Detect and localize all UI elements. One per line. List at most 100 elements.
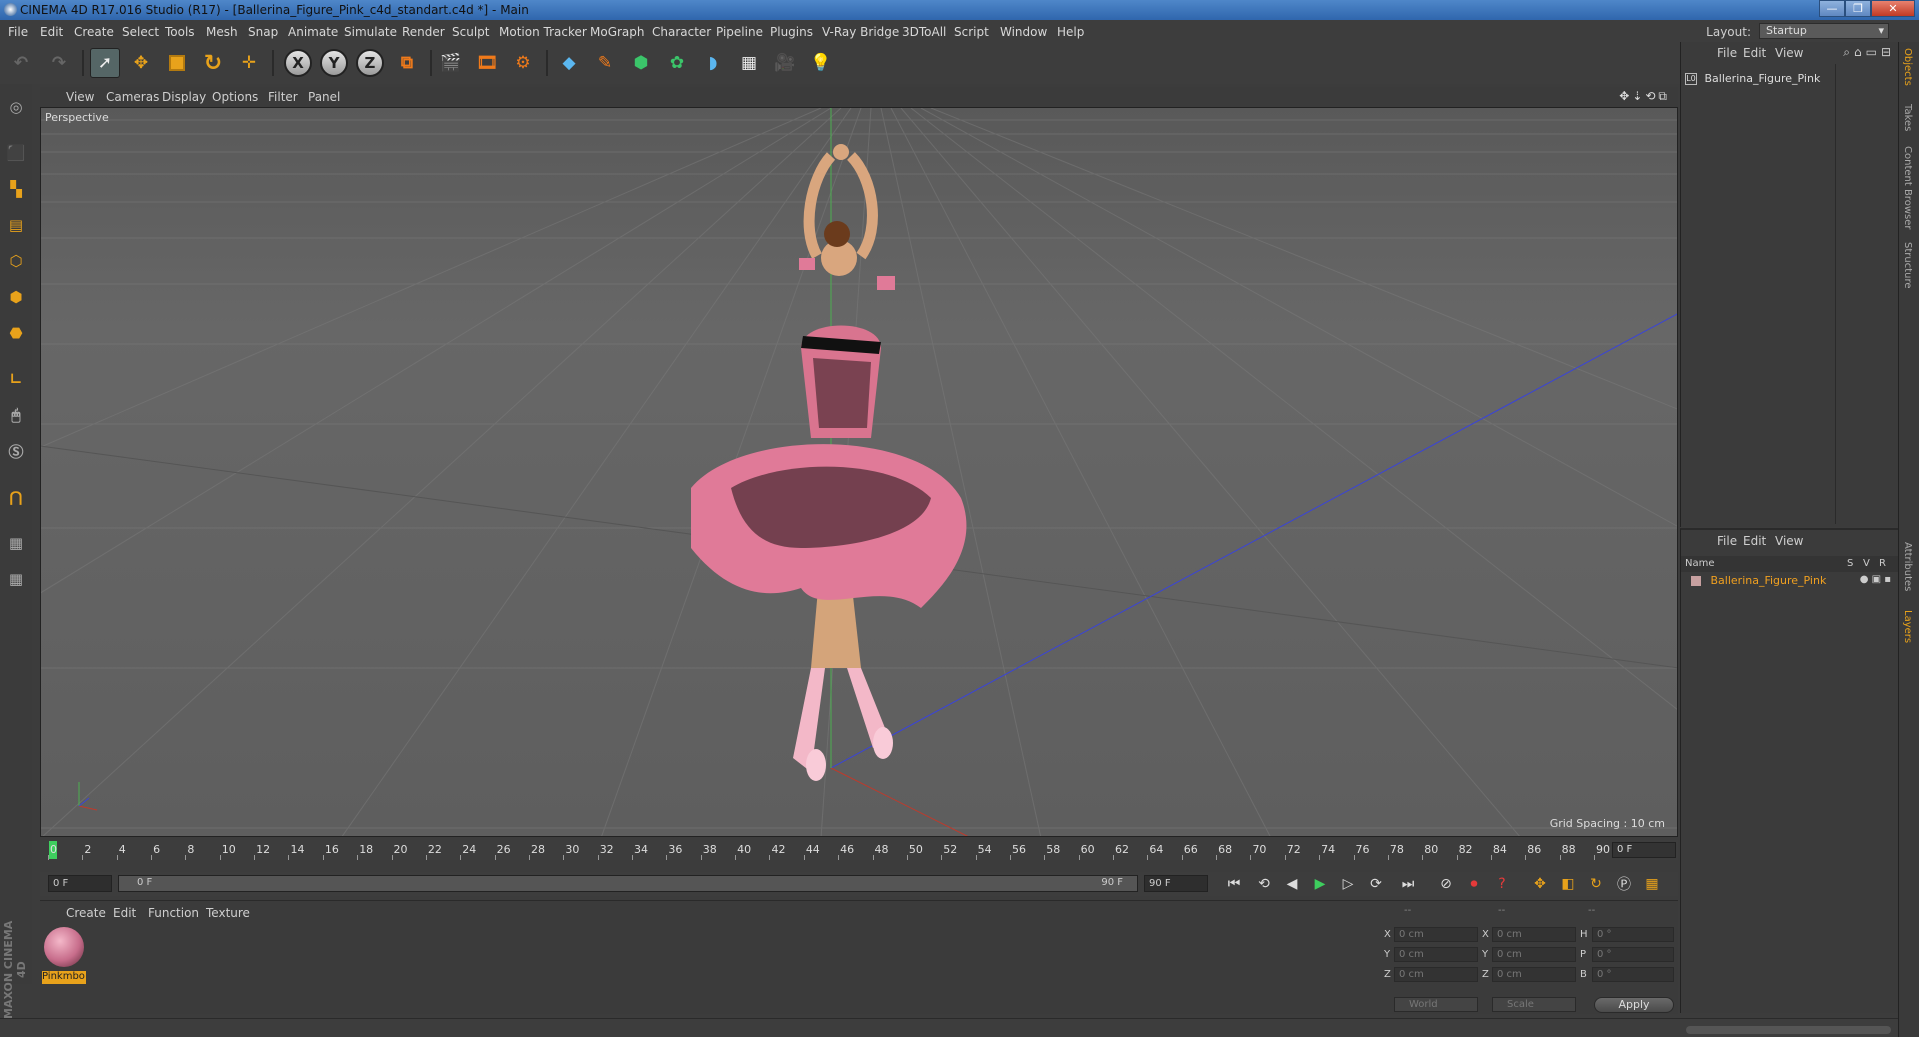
go-to-start-icon[interactable]: ⏮ [1222, 873, 1246, 895]
viewport-menu-cameras[interactable]: Cameras [106, 90, 159, 104]
minimize-button[interactable]: — [1819, 0, 1845, 17]
make-editable-icon[interactable]: ◎ [3, 94, 29, 120]
layout-dropdown[interactable]: Startup ▾ [1759, 23, 1889, 39]
menu-simulate[interactable]: Simulate [344, 25, 397, 39]
key-pla-icon[interactable]: ▦ [1640, 873, 1664, 895]
object-row[interactable]: L0 Ballerina_Figure_Pink [1685, 72, 1825, 88]
viewport-menu-filter[interactable]: Filter [268, 90, 298, 104]
material-menu-create[interactable]: Create [66, 906, 106, 920]
axis-mode-icon[interactable]: ∟ [3, 366, 29, 392]
objects-menu-file[interactable]: File [1717, 46, 1737, 60]
layers-menu-view[interactable]: View [1775, 534, 1803, 548]
menu-mesh[interactable]: Mesh [206, 25, 238, 39]
snap-icon[interactable]: Ⓢ [3, 438, 29, 464]
size-z-field[interactable]: 0 cm [1492, 967, 1576, 982]
spline-pen-icon[interactable]: ✎ [590, 48, 620, 78]
edges-mode-icon[interactable]: ⬢ [3, 284, 29, 310]
size-x-field[interactable]: 0 cm [1492, 927, 1576, 942]
menu-3dtoall[interactable]: 3DToAll [902, 25, 946, 39]
model-mode-icon[interactable]: ⬛ [3, 140, 29, 166]
layer-toggle-icons[interactable]: ● ▣ ▪ [1860, 574, 1891, 585]
menu-create[interactable]: Create [74, 25, 114, 39]
texture-mode-icon[interactable]: ▚ [3, 176, 29, 202]
record-keys-icon[interactable]: ⊘ [1434, 873, 1458, 895]
frame-range-slider[interactable]: 0 F 90 F [118, 875, 1138, 892]
size-y-field[interactable]: 0 cm [1492, 947, 1576, 962]
undo-icon[interactable]: ↶ [6, 48, 36, 78]
viewport-menu-options[interactable]: Options [212, 90, 258, 104]
render-picture-viewer-icon[interactable]: 🎞 [472, 48, 502, 78]
tab-layers[interactable]: Layers [1902, 610, 1913, 643]
menu-render[interactable]: Render [402, 25, 445, 39]
light-icon[interactable]: 💡 [806, 48, 836, 78]
layers-menu-edit[interactable]: Edit [1743, 534, 1766, 548]
redo-icon[interactable]: ↷ [44, 48, 74, 78]
key-scale-icon[interactable]: ◧ [1556, 873, 1580, 895]
next-key-icon[interactable]: ⟳ [1364, 873, 1388, 895]
material-swatch[interactable] [44, 927, 84, 967]
object-manager-search-icons[interactable]: ⌕⌂▭⊟ [1843, 45, 1895, 60]
menu-window[interactable]: Window [1000, 25, 1047, 39]
key-parameter-icon[interactable]: Ⓟ [1612, 873, 1636, 895]
cube-primitive-icon[interactable]: ◆ [554, 48, 584, 78]
viewport-navigation-icons[interactable]: ✥⇣⟲⧉ [1619, 89, 1670, 104]
polygons-mode-icon[interactable]: ⬣ [3, 320, 29, 346]
menu-script[interactable]: Script [954, 25, 989, 39]
menu-character[interactable]: Character [652, 25, 711, 39]
move-tool-icon[interactable]: ✥ [126, 48, 156, 78]
transform-tool-icon[interactable]: ✛ [234, 48, 264, 78]
tab-takes[interactable]: Takes [1902, 104, 1913, 131]
rot-h-field[interactable]: 0 ° [1592, 927, 1674, 942]
menu-motion-tracker[interactable]: Motion Tracker [499, 25, 587, 39]
keyframe-selection-icon[interactable]: ? [1490, 873, 1514, 895]
end-frame-field[interactable]: 90 F [1144, 875, 1208, 892]
pos-x-field[interactable]: 0 cm [1394, 927, 1478, 942]
apply-button[interactable]: Apply [1594, 997, 1674, 1013]
material-menu-edit[interactable]: Edit [113, 906, 136, 920]
cloner-icon[interactable]: ✿ [662, 48, 692, 78]
previous-key-icon[interactable]: ⟲ [1252, 873, 1276, 895]
key-position-icon[interactable]: ✥ [1528, 873, 1552, 895]
close-button[interactable]: ✕ [1871, 0, 1915, 17]
pos-y-field[interactable]: 0 cm [1394, 947, 1478, 962]
menu-help[interactable]: Help [1057, 25, 1084, 39]
tweak-mode-icon[interactable]: 🖱 [3, 402, 29, 428]
next-frame-icon[interactable]: ▷ [1336, 873, 1360, 895]
menu-pipeline[interactable]: Pipeline [716, 25, 763, 39]
objects-menu-view[interactable]: View [1775, 46, 1803, 60]
objects-menu-edit[interactable]: Edit [1743, 46, 1766, 60]
viewport-menu-view[interactable]: View [66, 90, 94, 104]
layers-menu-file[interactable]: File [1717, 534, 1737, 548]
world-dropdown[interactable]: World [1394, 997, 1478, 1012]
menu-edit[interactable]: Edit [40, 25, 63, 39]
rotate-tool-icon[interactable]: ↻ [198, 48, 228, 78]
camera-icon[interactable]: 🎥 [770, 48, 800, 78]
menu-select[interactable]: Select [122, 25, 159, 39]
viewport-menu-panel[interactable]: Panel [308, 90, 340, 104]
planar-workplane-icon[interactable]: ▦ [3, 566, 29, 592]
tab-content-browser[interactable]: Content Browser [1902, 146, 1913, 229]
tab-structure[interactable]: Structure [1902, 242, 1913, 289]
points-mode-icon[interactable]: ⬡ [3, 248, 29, 274]
material-name-label[interactable]: Pinkmbo [42, 971, 86, 984]
menu-plugins[interactable]: Plugins [770, 25, 813, 39]
horizontal-scrollbar[interactable] [1686, 1026, 1891, 1034]
maximize-button[interactable]: ❐ [1845, 0, 1871, 17]
floor-scene-icon[interactable]: ▦ [734, 48, 764, 78]
select-pointer-icon[interactable]: ➚ [90, 48, 120, 78]
start-frame-field[interactable]: 0 F [48, 875, 112, 892]
scale-tool-icon[interactable] [162, 48, 192, 78]
current-frame-field[interactable]: 0 F [1612, 842, 1676, 858]
timeline-ruler[interactable]: 0 2 4 6 8 10 12 14 16 18 20 22 24 26 28 30 32 34 36 38 40 42 4… [40, 840, 1678, 860]
rot-p-field[interactable]: 0 ° [1592, 947, 1674, 962]
menu-mograph[interactable]: MoGraph [590, 25, 645, 39]
menu-file[interactable]: File [8, 25, 28, 39]
tab-attributes[interactable]: Attributes [1902, 542, 1913, 591]
deformer-icon[interactable]: ◗ [698, 48, 728, 78]
pos-z-field[interactable]: 0 cm [1394, 967, 1478, 982]
render-view-icon[interactable]: 🎬 [436, 48, 466, 78]
workplane-icon[interactable]: ▤ [3, 212, 29, 238]
menu-animate[interactable]: Animate [288, 25, 338, 39]
viewport-menu-display[interactable]: Display [162, 90, 206, 104]
material-menu-function[interactable]: Function [148, 906, 199, 920]
